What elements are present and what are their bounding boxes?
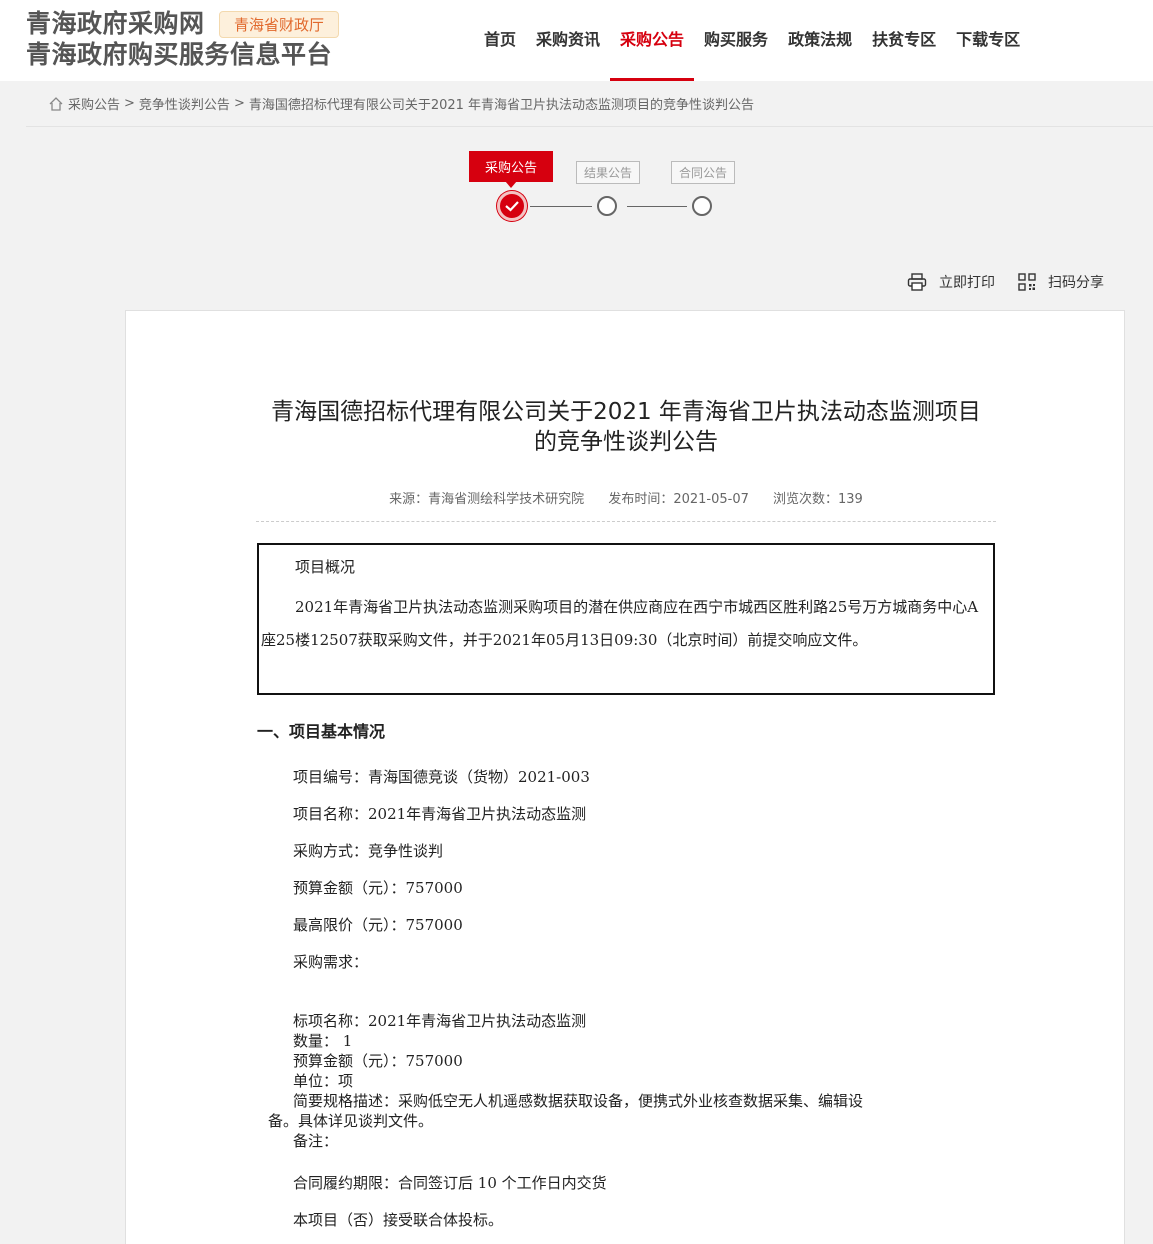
step-circle-contract <box>692 196 712 216</box>
lot-quantity: 数量： 1 <box>293 1032 353 1050</box>
lot-budget: 预算金额（元）：757000 <box>293 1052 463 1070</box>
article-view-count: 浏览次数：139 <box>773 492 863 507</box>
breadcrumb-separator: > <box>124 96 135 111</box>
step-connector <box>530 206 592 207</box>
overview-heading: 项目概况 <box>295 558 356 576</box>
breadcrumb-current: 青海国德招标代理有限公司关于2021 年青海省卫片执法动态监测项目的竞争性谈判公… <box>248 98 755 113</box>
project-number: 项目编号：青海国德竞谈（货物）2021-003 <box>293 768 590 786</box>
qr-code-icon <box>1018 273 1036 291</box>
lot-remarks: 备注： <box>293 1132 339 1150</box>
step-tag-result-notice[interactable]: 结果公告 <box>576 161 641 184</box>
print-label: 立即打印 <box>939 275 995 291</box>
step-circle-result <box>597 196 617 216</box>
step-connector <box>627 206 687 207</box>
share-button[interactable]: 扫码分享 <box>1018 272 1104 292</box>
article-title-line: 青海国德招标代理有限公司关于2021 年青海省卫片执法动态监测项目 <box>271 399 981 425</box>
article-title-line: 的竞争性谈判公告 <box>534 429 718 455</box>
step-check-icon <box>497 191 527 221</box>
finance-dept-badge: 青海省财政厅 <box>219 11 340 38</box>
overview-body: 2021年青海省卫片执法动态监测采购项目的潜在供应商应在西宁市城西区胜利路25号… <box>261 598 979 649</box>
breadcrumb-competitive-negotiation[interactable]: 竞争性谈判公告 <box>139 94 230 113</box>
print-button[interactable]: 立即打印 <box>907 272 995 292</box>
max-price: 最高限价（元）：757000 <box>293 916 463 934</box>
section-heading-basic-info: 一、项目基本情况 <box>257 722 386 741</box>
nav-procurement-notices[interactable]: 采购公告 <box>610 0 695 81</box>
share-label: 扫码分享 <box>1048 275 1104 291</box>
breadcrumb-procurement-notices[interactable]: 采购公告 <box>68 94 120 113</box>
article-title: 青海国德招标代理有限公司关于2021 年青海省卫片执法动态监测项目 的竞争性谈判… <box>226 397 1026 457</box>
step-tag-procurement-notice[interactable]: 采购公告 <box>469 151 554 188</box>
nav-procurement-news[interactable]: 采购资讯 <box>526 0 610 81</box>
project-name: 项目名称：2021年青海省卫片执法动态监测 <box>293 805 587 823</box>
meta-divider <box>256 521 996 522</box>
procurement-method: 采购方式：竞争性谈判 <box>293 842 444 860</box>
nav-purchase-services[interactable]: 购买服务 <box>694 0 778 81</box>
article-publish-date: 发布时间：2021-05-07 <box>608 492 749 507</box>
article-source: 来源：青海省测绘科学技术研究院 <box>389 492 585 507</box>
site-header: 青海政府采购网 青海政府购买服务信息平台 青海省财政厅 首页 采购资讯 采购公告… <box>0 0 1153 81</box>
budget-amount: 预算金额（元）：757000 <box>293 879 463 897</box>
project-overview-box: 项目概况 2021年青海省卫片执法动态监测采购项目的潜在供应商应在西宁市城西区胜… <box>257 543 995 695</box>
nav-downloads[interactable]: 下载专区 <box>946 0 1030 81</box>
main-nav: 首页 采购资讯 采购公告 购买服务 政策法规 扶贫专区 下载专区 <box>474 0 1030 81</box>
site-logo[interactable]: 青海政府采购网 青海政府购买服务信息平台 青海省财政厅 <box>26 8 340 70</box>
breadcrumb: 采购公告 > 竞争性谈判公告 > 青海国德招标代理有限公司关于2021 年青海省… <box>26 81 1153 127</box>
consortium-note: 本项目（否）接受联合体投标。 <box>293 1211 504 1229</box>
contract-period: 合同履约期限：合同签订后 10 个工作日内交货 <box>293 1174 607 1192</box>
breadcrumb-separator: > <box>233 96 245 111</box>
nav-poverty-zone[interactable]: 扶贫专区 <box>862 0 946 81</box>
home-icon[interactable] <box>48 96 64 112</box>
step-tag-contract-notice[interactable]: 合同公告 <box>671 161 736 184</box>
lot-spec: 简要规格描述：采购低空无人机遥感数据获取设备，便携式外业核查数据采集、编辑设 <box>293 1092 864 1110</box>
procurement-requirements: 采购需求： <box>293 953 369 971</box>
lot-unit: 单位：项 <box>293 1072 354 1090</box>
article-panel: 青海国德招标代理有限公司关于2021 年青海省卫片执法动态监测项目 的竞争性谈判… <box>125 310 1125 1244</box>
lot-spec-cont: 备。具体详见谈判文件。 <box>268 1112 434 1130</box>
printer-icon <box>907 273 927 291</box>
article-meta: 来源：青海省测绘科学技术研究院 发布时间：2021-05-07 浏览次数：139 <box>256 488 996 507</box>
nav-home[interactable]: 首页 <box>474 0 526 81</box>
nav-policies[interactable]: 政策法规 <box>778 0 862 81</box>
lot-name: 标项名称：2021年青海省卫片执法动态监测 <box>293 1012 587 1030</box>
logo-subtitle: 青海政府购买服务信息平台 <box>26 40 333 69</box>
